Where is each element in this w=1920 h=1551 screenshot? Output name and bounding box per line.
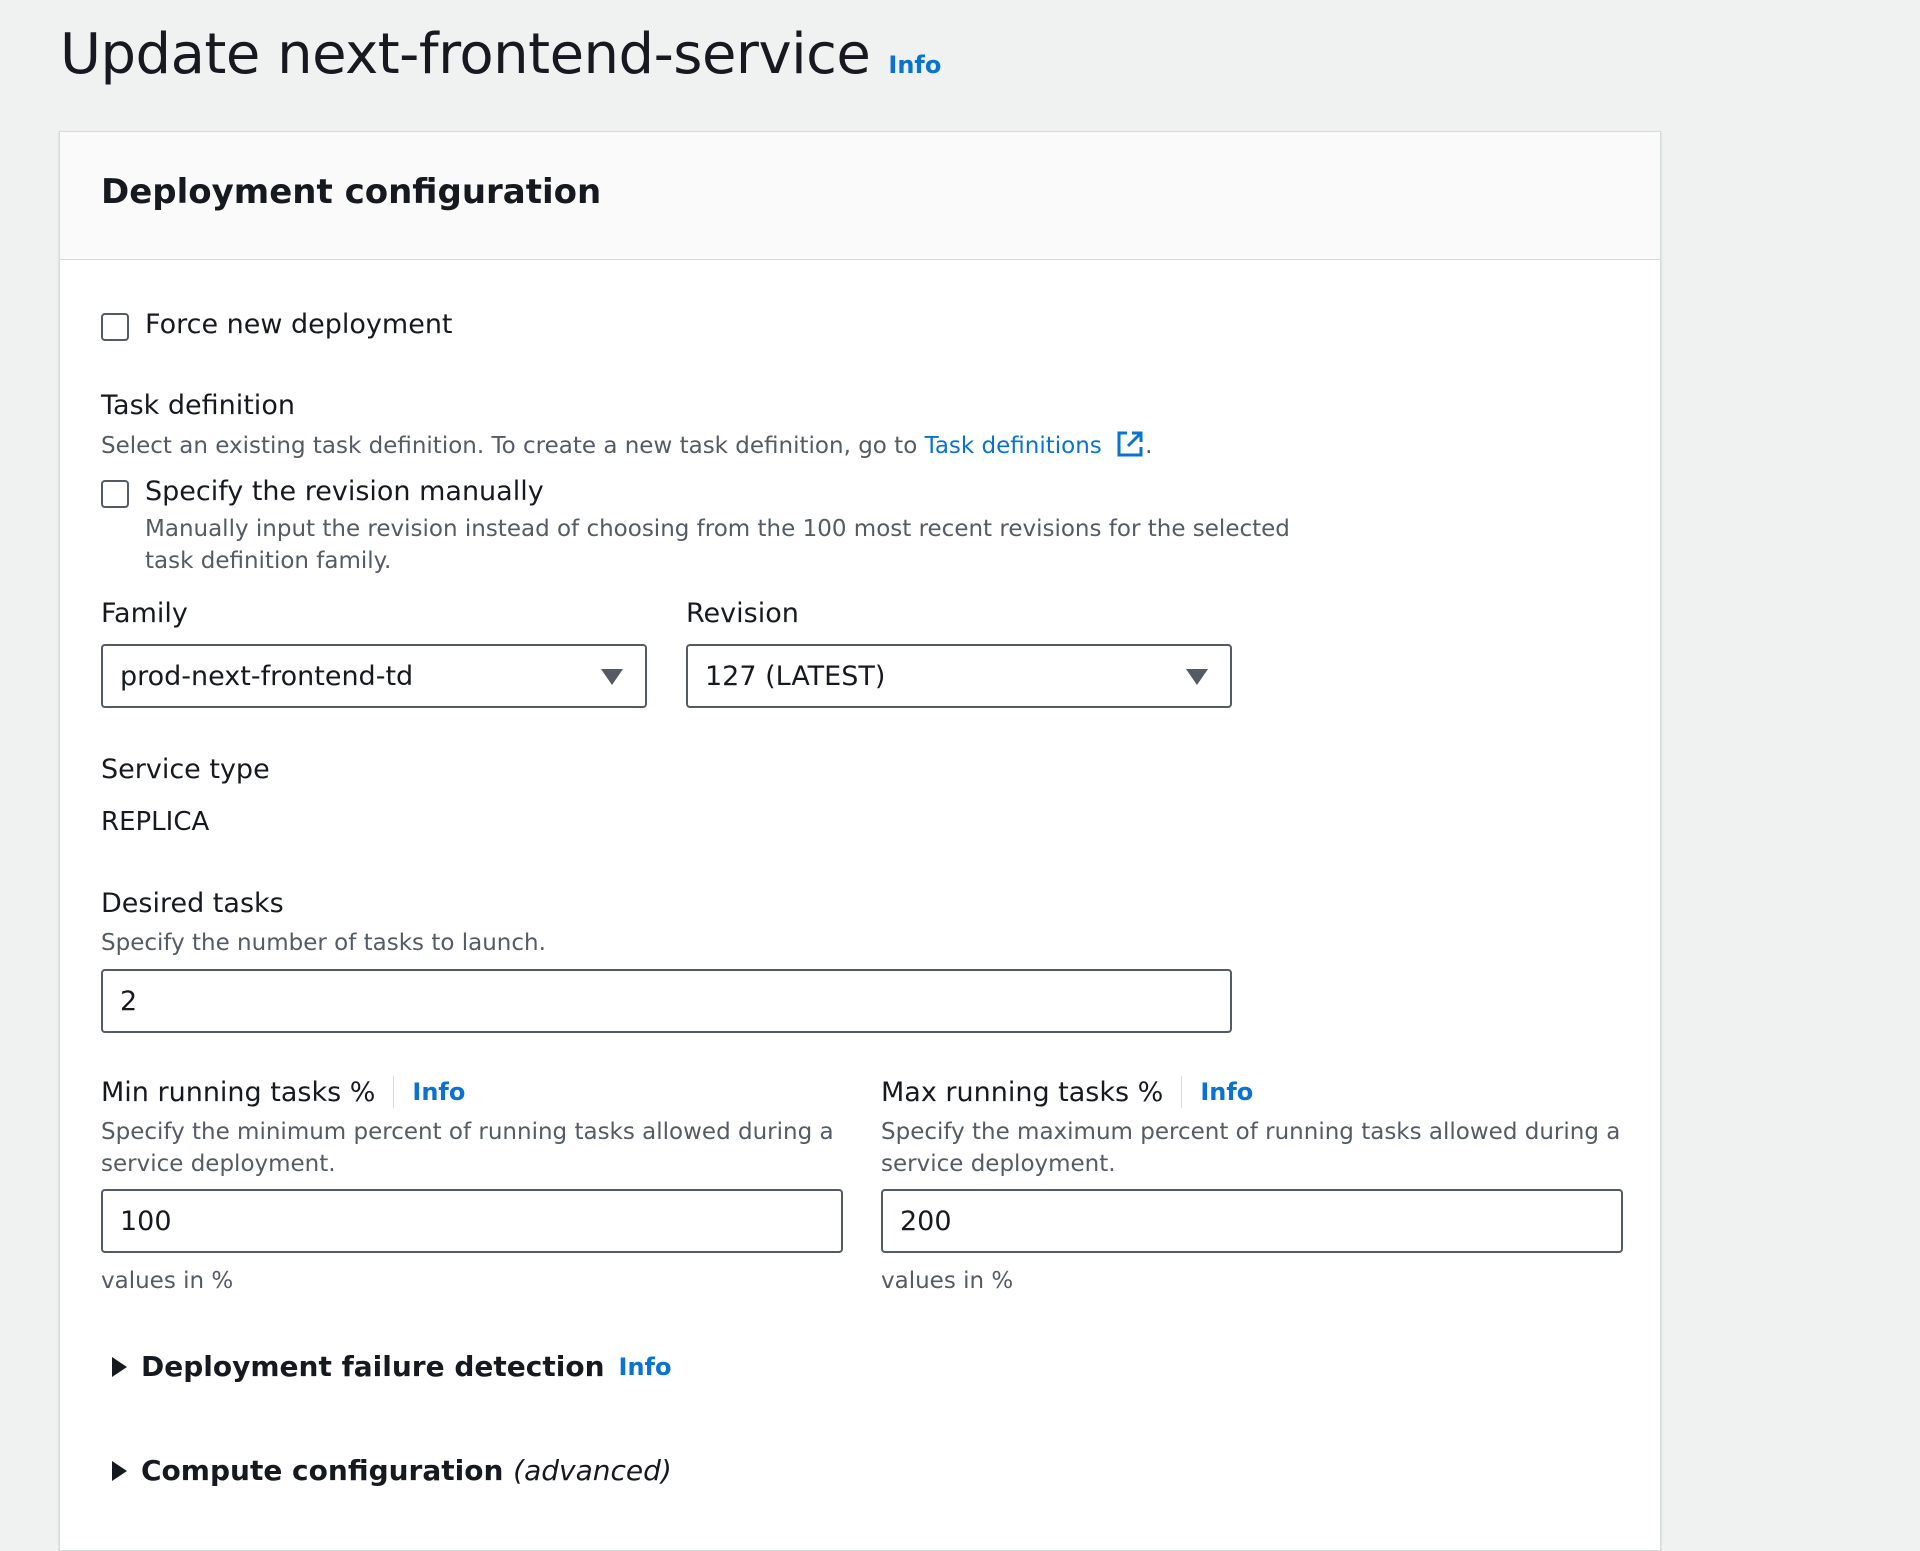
manual-revision-description: Manually input the revision instead of c…	[145, 513, 1290, 577]
task-definition-label: Task definition	[101, 390, 295, 421]
deployment-failure-detection-info-link[interactable]: Info	[619, 1353, 672, 1381]
task-definition-description: Select an existing task definition. To c…	[101, 429, 1152, 462]
manual-revision-desc-line2: task definition family.	[145, 548, 392, 574]
panel-header: Deployment configuration	[60, 132, 1660, 260]
manual-revision-checkbox[interactable]	[101, 480, 129, 508]
min-running-description: Specify the minimum percent of running t…	[101, 1116, 834, 1180]
page-title: Update next-frontend-service	[60, 22, 871, 87]
deployment-configuration-panel: Deployment configuration Force new deplo…	[59, 131, 1661, 1551]
manual-revision-label: Specify the revision manually	[145, 476, 544, 507]
task-definitions-link[interactable]: Task definitions	[925, 433, 1102, 459]
desired-tasks-value: 2	[120, 985, 138, 1017]
caret-down-icon	[601, 669, 623, 685]
family-select[interactable]: prod-next-frontend-td	[101, 644, 647, 708]
min-running-input[interactable]: 100	[101, 1189, 843, 1253]
manual-revision-desc-line1: Manually input the revision instead of c…	[145, 516, 1290, 542]
force-deployment-label: Force new deployment	[145, 309, 453, 340]
compute-configuration-title: Compute configuration (advanced)	[141, 1454, 672, 1487]
desired-tasks-description: Specify the number of tasks to launch.	[101, 930, 546, 956]
service-type-label: Service type	[101, 754, 270, 785]
force-deployment-checkbox[interactable]	[101, 313, 129, 341]
max-running-info-link[interactable]: Info	[1200, 1078, 1253, 1106]
max-running-value: 200	[900, 1205, 952, 1237]
max-running-input[interactable]: 200	[881, 1189, 1623, 1253]
task-definition-desc-text: Select an existing task definition. To c…	[101, 433, 918, 459]
deployment-failure-detection-title: Deployment failure detection	[141, 1350, 605, 1383]
max-running-label: Max running tasks %	[881, 1076, 1164, 1108]
desired-tasks-input[interactable]: 2	[101, 969, 1232, 1033]
divider	[1181, 1076, 1183, 1108]
page-info-link[interactable]: Info	[888, 51, 941, 79]
caret-down-icon	[1186, 669, 1208, 685]
compute-configuration-expander[interactable]: Compute configuration (advanced)	[112, 1454, 672, 1487]
family-select-value: prod-next-frontend-td	[120, 660, 414, 692]
max-running-description: Specify the maximum percent of running t…	[881, 1116, 1620, 1180]
max-running-hint: values in %	[881, 1268, 1014, 1294]
revision-select-value: 127 (LATEST)	[705, 660, 886, 692]
divider	[393, 1076, 395, 1108]
manual-revision-row[interactable]: Specify the revision manually	[101, 475, 1001, 515]
min-running-hint: values in %	[101, 1268, 234, 1294]
panel-title: Deployment configuration	[101, 172, 602, 212]
task-definition-desc-suffix: .	[1145, 433, 1153, 459]
compute-configuration-title-suffix: (advanced)	[513, 1454, 672, 1487]
caret-right-icon	[112, 1460, 127, 1481]
family-label: Family	[101, 598, 188, 629]
force-deployment-row[interactable]: Force new deployment	[101, 308, 701, 348]
desired-tasks-label: Desired tasks	[101, 888, 284, 919]
revision-select[interactable]: 127 (LATEST)	[686, 644, 1232, 708]
min-running-desc-line1: Specify the minimum percent of running t…	[101, 1119, 834, 1145]
min-running-info-link[interactable]: Info	[412, 1078, 465, 1106]
max-running-label-row: Max running tasks % Info	[881, 1076, 1253, 1108]
min-running-value: 100	[120, 1205, 172, 1237]
caret-right-icon	[112, 1356, 127, 1377]
max-running-desc-line2: service deployment.	[881, 1151, 1116, 1177]
deployment-failure-detection-expander[interactable]: Deployment failure detection Info	[112, 1350, 671, 1383]
revision-label: Revision	[686, 598, 799, 629]
min-running-desc-line2: service deployment.	[101, 1151, 336, 1177]
min-running-label-row: Min running tasks % Info	[101, 1076, 465, 1108]
page-header: Update next-frontend-service Info	[60, 22, 941, 87]
compute-configuration-title-text: Compute configuration	[141, 1454, 504, 1487]
external-link-icon[interactable]	[1115, 429, 1145, 459]
service-type-value: REPLICA	[101, 807, 210, 837]
min-running-label: Min running tasks %	[101, 1076, 376, 1108]
max-running-desc-line1: Specify the maximum percent of running t…	[881, 1119, 1621, 1145]
